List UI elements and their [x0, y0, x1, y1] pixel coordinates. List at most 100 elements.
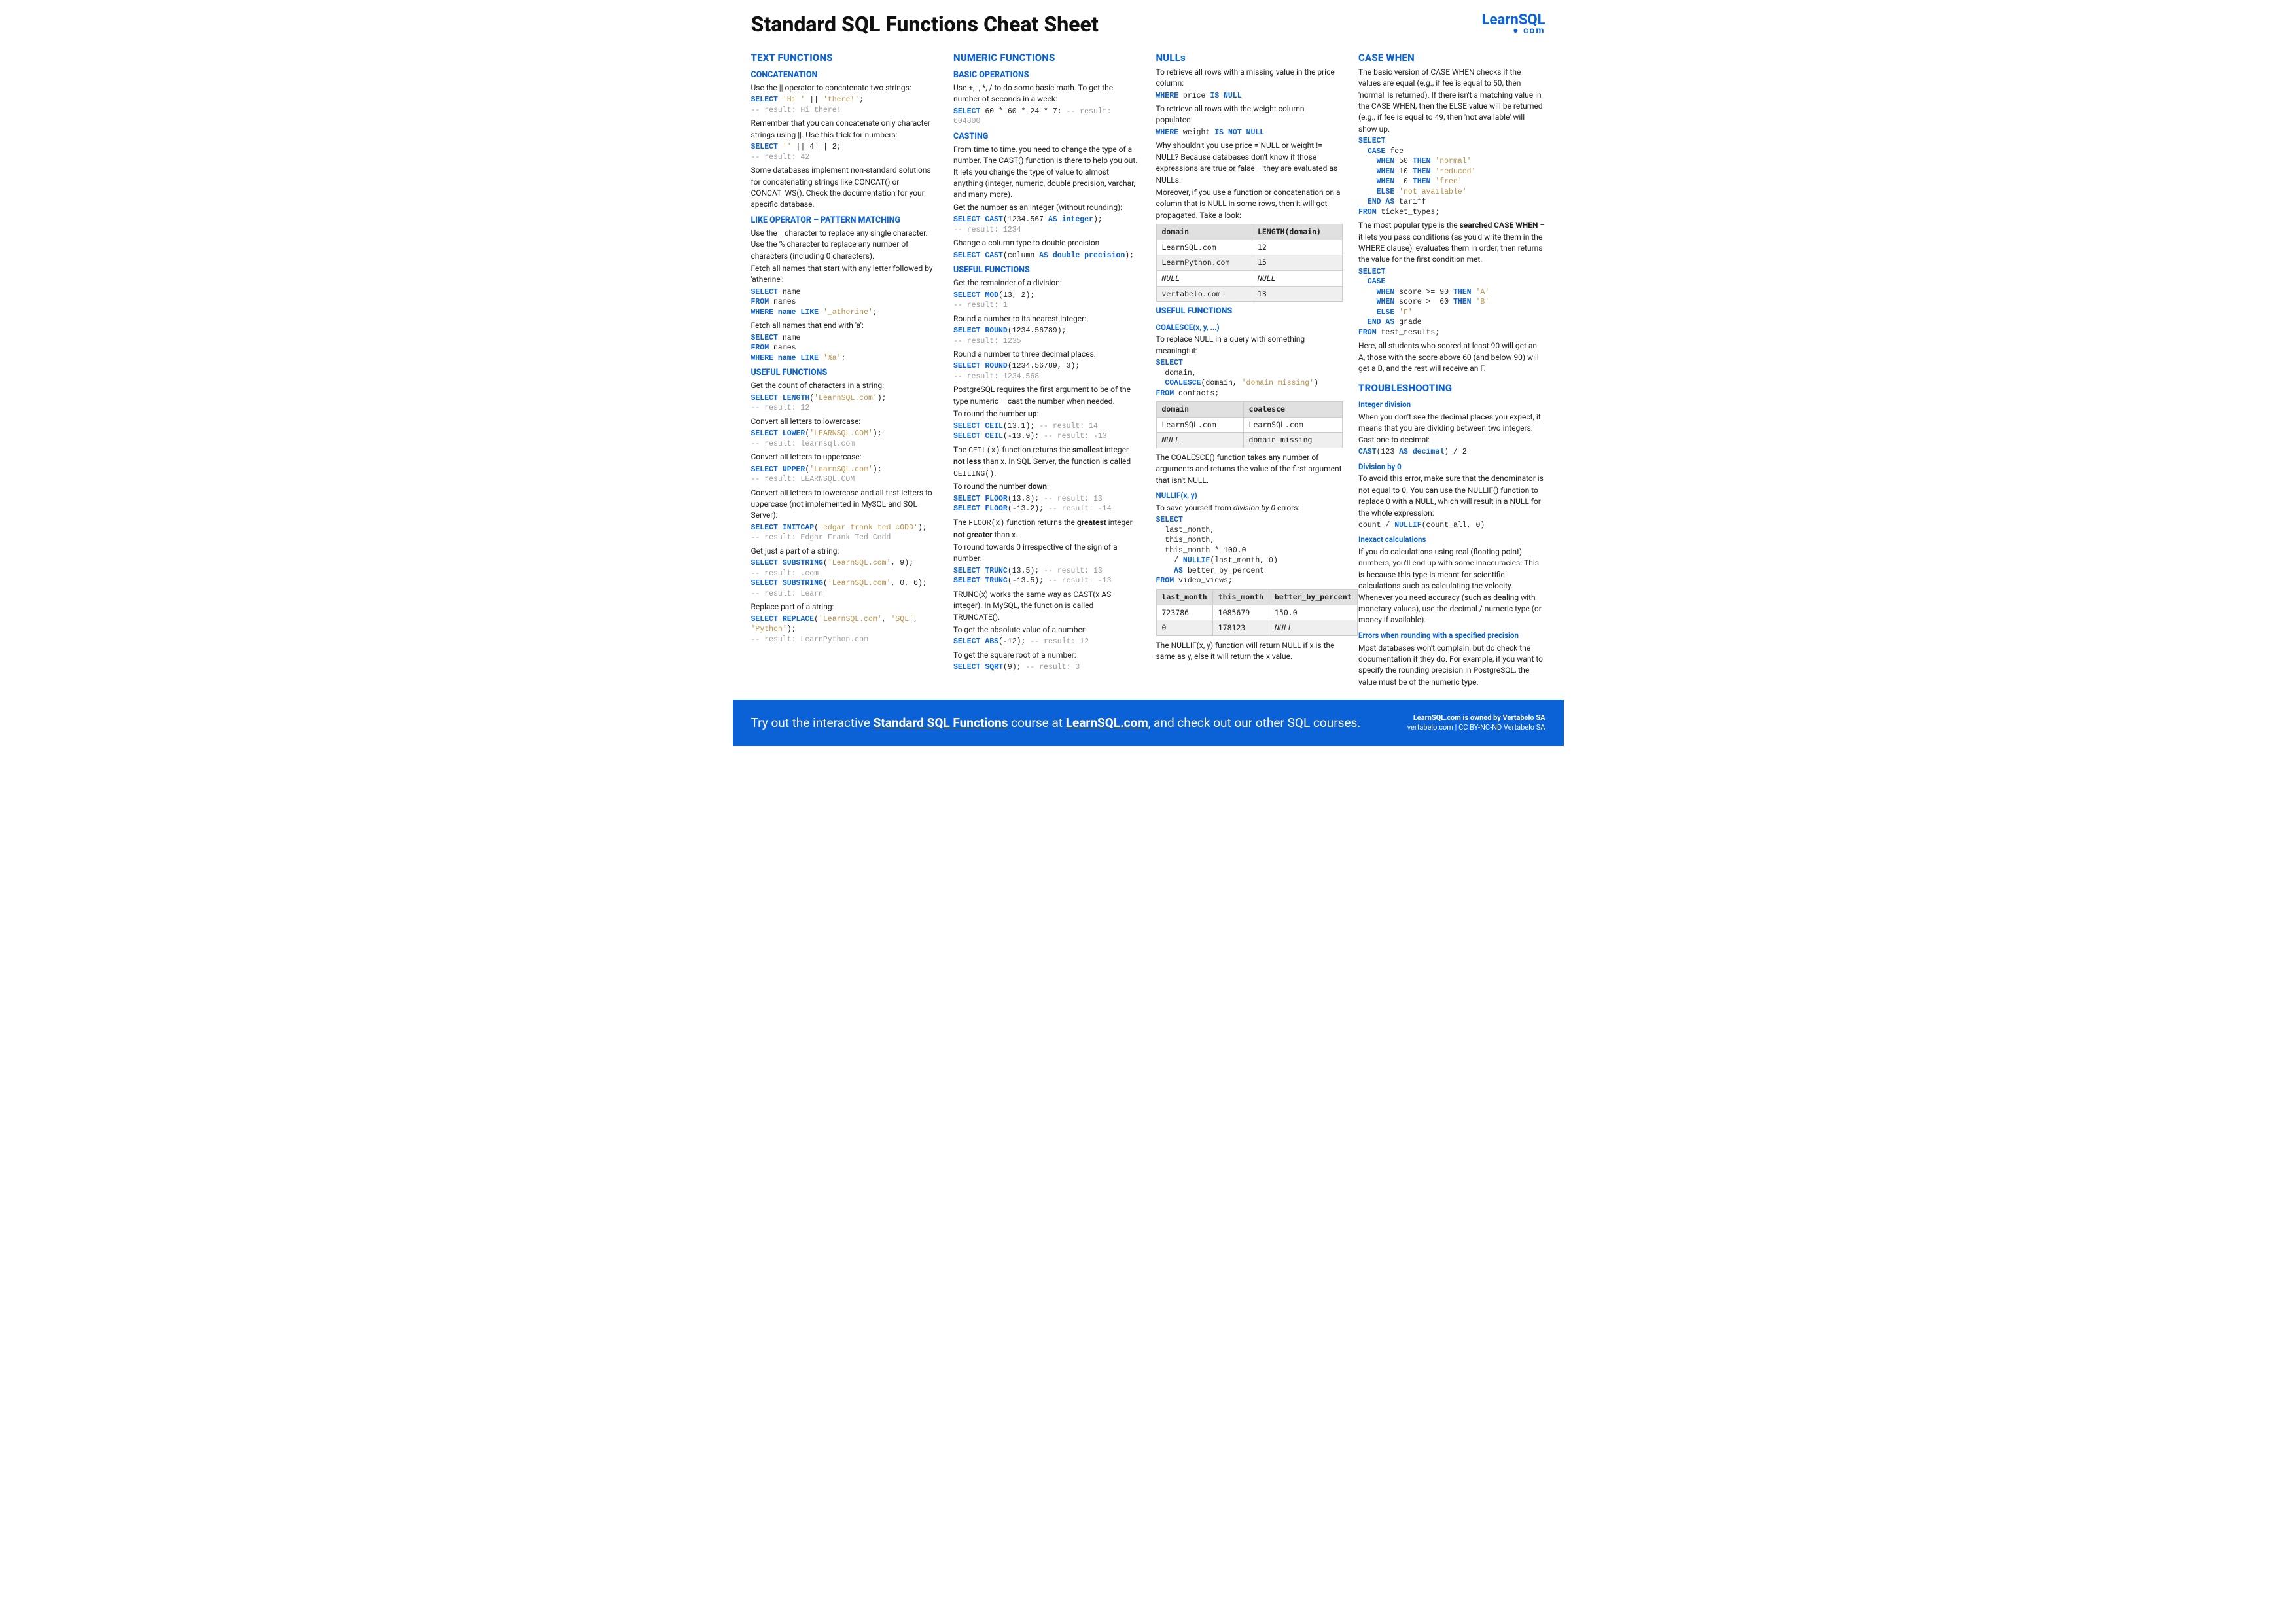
like-desc-2: Fetch all names that start with any lett…	[751, 263, 938, 286]
uf-round: Round a number to its nearest integer:	[953, 313, 1140, 325]
footer: Try out the interactive Standard SQL Fun…	[733, 700, 1564, 746]
code-concat-1: SELECT 'Hi ' || 'there!'; -- result: Hi …	[751, 95, 938, 115]
like-desc-1: Use the _ character to replace any singl…	[751, 228, 938, 262]
column-1: TEXT FUNCTIONS CONCATENATION Use the || …	[751, 45, 938, 689]
heading-intdiv: Integer division	[1358, 399, 1545, 410]
logo: LearnSQL ● com	[1482, 14, 1545, 35]
heading-round-errors: Errors when rounding with a specified pr…	[1358, 630, 1545, 641]
uf-replace: Replace part of a string:	[751, 601, 938, 613]
footer-cta: Try out the interactive Standard SQL Fun…	[751, 715, 1361, 730]
basic-desc: Use +, -, *, / to do some basic math. To…	[953, 82, 1140, 105]
nulls-desc-3: Why shouldn't you use price = NULL or we…	[1156, 140, 1343, 186]
heading-inexact: Inexact calculations	[1358, 534, 1545, 545]
coalesce-desc-2: The COALESCE() function takes any number…	[1156, 452, 1343, 486]
concat-desc-1: Use the || operator to concatenate two s…	[751, 82, 938, 94]
header: Standard SQL Functions Cheat Sheet Learn…	[733, 0, 1564, 42]
code-cast-2: SELECT CAST(column AS double precision);	[953, 251, 1140, 261]
nullif-desc-2: The NULLIF(x, y) function will return NU…	[1156, 640, 1343, 663]
uf-mod: Get the remainder of a division:	[953, 277, 1140, 289]
code-abs: SELECT ABS(-12); -- result: 12	[953, 637, 1140, 647]
code-concat-2: SELECT '' || 4 || 2; -- result: 42	[751, 142, 938, 162]
table-coalesce: domaincoalesce LearnSQL.comLearnSQL.com …	[1156, 401, 1343, 448]
uf-sqrt-desc: To get the square root of a number:	[953, 650, 1140, 661]
content-columns: TEXT FUNCTIONS CONCATENATION Use the || …	[733, 42, 1564, 700]
code-sqrt: SELECT SQRT(9); -- result: 3	[953, 662, 1140, 673]
code-lower: SELECT LOWER('LEARNSQL.COM'); -- result:…	[751, 429, 938, 449]
code-case-2: SELECT CASE WHEN score >= 90 THEN 'A' WH…	[1358, 267, 1545, 338]
column-4: CASE WHEN The basic version of CASE WHEN…	[1358, 45, 1545, 689]
heading-concatenation: CONCATENATION	[751, 69, 938, 81]
heading-case: CASE WHEN	[1358, 51, 1545, 65]
concat-desc-3: Some databases implement non-standard so…	[751, 165, 938, 211]
uf-lower: Convert all letters to lowercase:	[751, 416, 938, 427]
code-isnotnull: WHERE weight IS NOT NULL	[1156, 128, 1343, 138]
heading-troubleshooting: TROUBLESHOOTING	[1358, 382, 1545, 396]
heading-numeric: NUMERIC FUNCTIONS	[953, 51, 1140, 65]
uf-trunc-note: TRUNC(x) works the same way as CAST(x AS…	[953, 589, 1140, 623]
code-substring: SELECT SUBSTRING('LearnSQL.com', 9); -- …	[751, 558, 938, 599]
uf-upper: Convert all letters to uppercase:	[751, 452, 938, 463]
code-round: SELECT ROUND(1234.56789); -- result: 123…	[953, 326, 1140, 346]
heading-coalesce: COALESCE(x, y, ...)	[1156, 322, 1343, 333]
code-round3: SELECT ROUND(1234.56789, 3); -- result: …	[953, 361, 1140, 382]
nullif-desc-1: To save yourself from division by 0 erro…	[1156, 503, 1343, 514]
table-nullif: last_monththis_monthbetter_by_percent 72…	[1156, 589, 1358, 636]
nulls-desc-1: To retrieve all rows with a missing valu…	[1156, 67, 1343, 90]
uf-initcap: Convert all letters to lowercase and all…	[751, 488, 938, 522]
case-desc-1: The basic version of CASE WHEN checks if…	[1358, 67, 1545, 135]
inexact-desc: If you do calculations using real (float…	[1358, 546, 1545, 626]
code-length: SELECT LENGTH('LearnSQL.com'); -- result…	[751, 393, 938, 414]
column-2: NUMERIC FUNCTIONS BASIC OPERATIONS Use +…	[953, 45, 1140, 689]
code-mod: SELECT MOD(13, 2); -- result: 1	[953, 291, 1140, 311]
uf-pg-note: PostgreSQL requires the first argument t…	[953, 384, 1140, 407]
uf-ceil-note: The CEIL(x) function returns the smalles…	[953, 444, 1140, 480]
heading-basic-ops: BASIC OPERATIONS	[953, 69, 1140, 81]
heading-nulls: NULLs	[1156, 51, 1343, 65]
heading-nullif: NULLIF(x, y)	[1156, 490, 1343, 501]
uf-length: Get the count of characters in a string:	[751, 380, 938, 391]
cast-desc-3: Change a column type to double precision	[953, 238, 1140, 249]
column-3: NULLs To retrieve all rows with a missin…	[1156, 45, 1343, 689]
code-intdiv: CAST(123 AS decimal) / 2	[1358, 447, 1545, 457]
code-coalesce: SELECT domain, COALESCE(domain, 'domain …	[1156, 358, 1343, 399]
uf-abs-desc: To get the absolute value of a number:	[953, 624, 1140, 635]
footer-link-site[interactable]: LearnSQL.com	[1066, 715, 1148, 730]
concat-desc-2: Remember that you can concatenate only c…	[751, 118, 938, 141]
nulls-desc-4: Moreover, if you use a function or conca…	[1156, 187, 1343, 221]
heading-text-functions: TEXT FUNCTIONS	[751, 51, 938, 65]
uf-trunc-desc: To round towards 0 irrespective of the s…	[953, 542, 1140, 565]
uf-ceil-desc: To round the number up:	[953, 408, 1140, 419]
nulls-desc-2: To retrieve all rows with the weight col…	[1156, 103, 1343, 126]
code-trunc: SELECT TRUNC(13.5); -- result: 13 SELECT…	[953, 566, 1140, 586]
code-basic: SELECT 60 * 60 * 24 * 7; -- result: 6048…	[953, 107, 1140, 127]
code-cast-1: SELECT CAST(1234.567 AS integer); -- res…	[953, 215, 1140, 235]
coalesce-desc-1: To replace NULL in a query with somethin…	[1156, 334, 1343, 357]
code-floor: SELECT FLOOR(13.8); -- result: 13 SELECT…	[953, 494, 1140, 514]
heading-div0: Division by 0	[1358, 461, 1545, 473]
code-initcap: SELECT INITCAP('edgar frank ted cODD'); …	[751, 523, 938, 543]
code-isnull: WHERE price IS NULL	[1156, 91, 1343, 101]
code-case-1: SELECT CASE fee WHEN 50 THEN 'normal' WH…	[1358, 136, 1545, 217]
code-nullif: SELECT last_month, this_month, this_mont…	[1156, 515, 1343, 586]
code-like-1: SELECT name FROM names WHERE name LIKE '…	[751, 287, 938, 318]
cast-desc-2: Get the number as an integer (without ro…	[953, 202, 1140, 213]
code-like-2: SELECT name FROM names WHERE name LIKE '…	[751, 333, 938, 364]
footer-link-course[interactable]: Standard SQL Functions	[874, 715, 1008, 730]
footer-credits: LearnSQL.com is owned by Vertabelo SA ve…	[1407, 713, 1545, 733]
heading-useful-null: USEFUL FUNCTIONS	[1156, 306, 1343, 317]
uf-round3: Round a number to three decimal places:	[953, 349, 1140, 360]
code-div0: count / NULLIF(count_all, 0)	[1358, 520, 1545, 531]
case-desc-2: The most popular type is the searched CA…	[1358, 220, 1545, 266]
heading-useful-num: USEFUL FUNCTIONS	[953, 264, 1140, 276]
cast-desc-1: From time to time, you need to change th…	[953, 144, 1140, 201]
page-title: Standard SQL Functions Cheat Sheet	[751, 12, 1099, 37]
uf-floor-note: The FLOOR(x) function returns the greate…	[953, 517, 1140, 541]
round-err-desc: Most databases won't complain, but do ch…	[1358, 643, 1545, 688]
uf-floor-desc: To round the number down:	[953, 481, 1140, 492]
intdiv-desc: When you don't see the decimal places yo…	[1358, 412, 1545, 446]
heading-casting: CASTING	[953, 131, 1140, 143]
like-desc-3: Fetch all names that end with 'a':	[751, 320, 938, 331]
table-length-domain: domainLENGTH(domain) LearnSQL.com12 Lear…	[1156, 224, 1343, 302]
heading-like: LIKE OPERATOR – PATTERN MATCHING	[751, 215, 938, 226]
code-ceil: SELECT CEIL(13.1); -- result: 14 SELECT …	[953, 421, 1140, 442]
